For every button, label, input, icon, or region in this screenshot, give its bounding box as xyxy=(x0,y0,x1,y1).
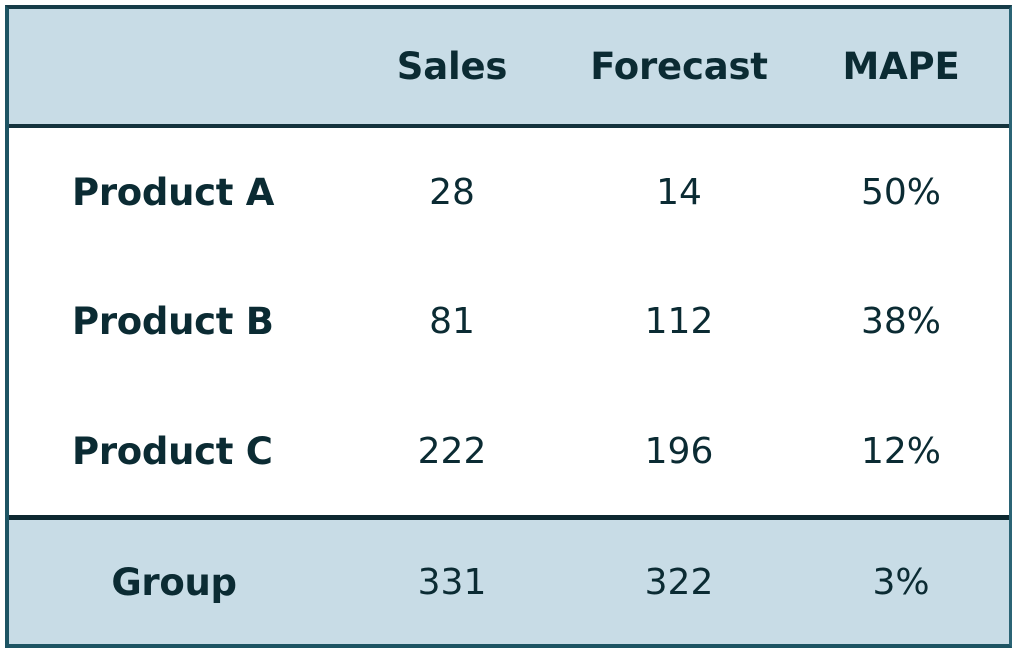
total-cell-mape: 3% xyxy=(793,515,1009,644)
forecast-accuracy-table: Sales Forecast MAPE Product A 28 14 50% … xyxy=(5,5,1012,648)
table-row: Product B 81 112 38% xyxy=(9,256,1009,387)
total-cell-forecast: 322 xyxy=(565,515,793,644)
cell-forecast: 196 xyxy=(644,430,714,472)
cell-sales: 81 xyxy=(429,301,475,343)
column-header-label xyxy=(9,9,339,128)
cell-sales: 28 xyxy=(429,171,475,213)
cell-forecast: 14 xyxy=(656,171,702,213)
table-header: Sales Forecast MAPE xyxy=(9,9,1009,128)
column-header-mape: MAPE xyxy=(793,9,1009,128)
column-header-sales: Sales xyxy=(339,9,565,128)
row-label: Product B xyxy=(72,300,274,344)
table-row: Product A 28 14 50% xyxy=(9,126,1009,257)
table-row: Product C 222 196 12% xyxy=(9,387,1009,518)
table-body: Product A 28 14 50% Product B 81 112 38%… xyxy=(9,126,1009,644)
row-label: Product A xyxy=(72,170,275,214)
total-row-label: Group xyxy=(9,515,339,644)
total-row: Group 331 322 3% xyxy=(9,515,1009,644)
header-row: Sales Forecast MAPE xyxy=(9,9,1009,128)
table: Sales Forecast MAPE Product A 28 14 50% … xyxy=(9,9,1009,644)
cell-mape: 50% xyxy=(860,171,941,213)
column-header-forecast: Forecast xyxy=(565,9,793,128)
cell-forecast: 112 xyxy=(644,301,714,343)
cell-mape: 12% xyxy=(860,430,941,472)
cell-mape: 38% xyxy=(860,301,941,343)
row-label: Product C xyxy=(72,429,273,473)
cell-sales: 222 xyxy=(417,430,487,472)
total-cell-sales: 331 xyxy=(339,515,565,644)
